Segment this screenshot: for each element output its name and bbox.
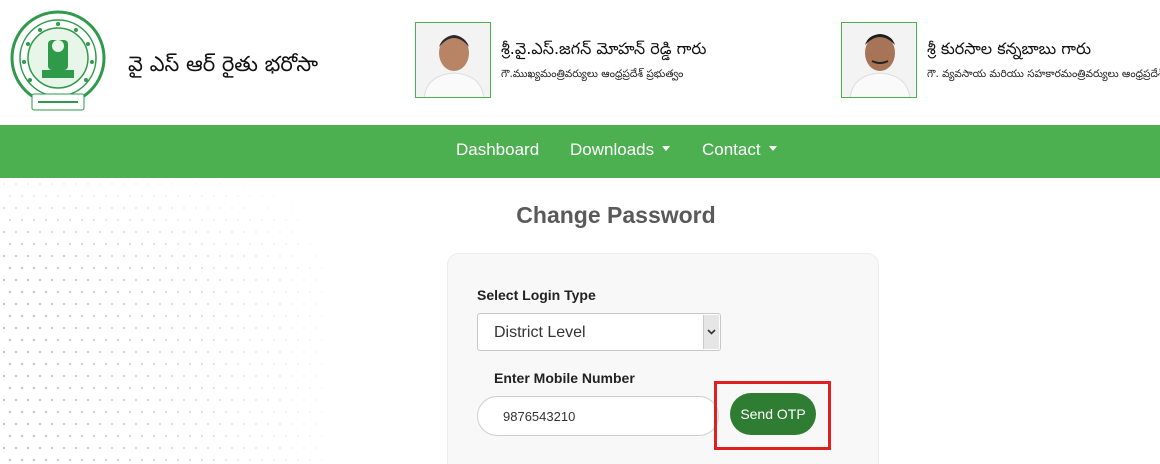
- login-type-selected-value: District Level: [494, 324, 586, 341]
- portrait-icon: [842, 23, 916, 97]
- login-type-label: Select Login Type: [477, 287, 596, 303]
- send-otp-button[interactable]: Send OTP: [730, 393, 816, 435]
- site-header: వై ఎస్ ఆర్ రైతు భరోసా శ్రీ.వై.ఎస్.జగన్ మ…: [0, 0, 1160, 125]
- mobile-number-label: Enter Mobile Number: [494, 370, 635, 386]
- nav-contact-label: Contact: [702, 140, 761, 159]
- chevron-down-icon[interactable]: [703, 315, 719, 349]
- mobile-number-input[interactable]: [477, 396, 719, 436]
- person-name: శ్రీ కురసాల కన్నబాబు గారు: [927, 39, 1092, 58]
- person-name: శ్రీ.వై.ఎస్.జగన్ మోహన్ రెడ్డి గారు: [501, 39, 707, 58]
- caret-down-icon: [768, 146, 777, 152]
- person-photo: [415, 22, 491, 98]
- person-role: గౌ. వ్యవసాయ మరియు సహకారమంత్రివర్యులు ఆంధ…: [927, 68, 1160, 80]
- nav-downloads-label: Downloads: [570, 140, 655, 159]
- ap-government-emblem-icon: [10, 10, 106, 111]
- site-title: వై ఎస్ ఆర్ రైతు భరోసా: [128, 52, 319, 76]
- login-type-select[interactable]: District Level: [477, 313, 721, 351]
- nav-dashboard[interactable]: Dashboard: [456, 140, 539, 160]
- nav-contact-dropdown[interactable]: Contact: [702, 140, 777, 160]
- portrait-icon: [416, 23, 490, 97]
- person-card-agriculture-minister: శ్రీ కురసాల కన్నబాబు గారు గౌ. వ్యవసాయ మర…: [841, 22, 1160, 98]
- nav-dashboard-label: Dashboard: [456, 140, 540, 159]
- main-navbar: Dashboard Downloads Contact: [0, 125, 1160, 178]
- page-title: Change Password: [516, 202, 716, 228]
- person-role: గౌ.ముఖ్యమంత్రివర్యులు ఆంధ్రప్రదేశ్ ప్రభు…: [501, 68, 684, 80]
- caret-down-icon: [662, 146, 671, 152]
- person-card-chief-minister: శ్రీ.వై.ఎస్.జగన్ మోహన్ రెడ్డి గారు గౌ.ము…: [415, 22, 815, 98]
- person-photo: [841, 22, 917, 98]
- nav-downloads-dropdown[interactable]: Downloads: [570, 140, 671, 160]
